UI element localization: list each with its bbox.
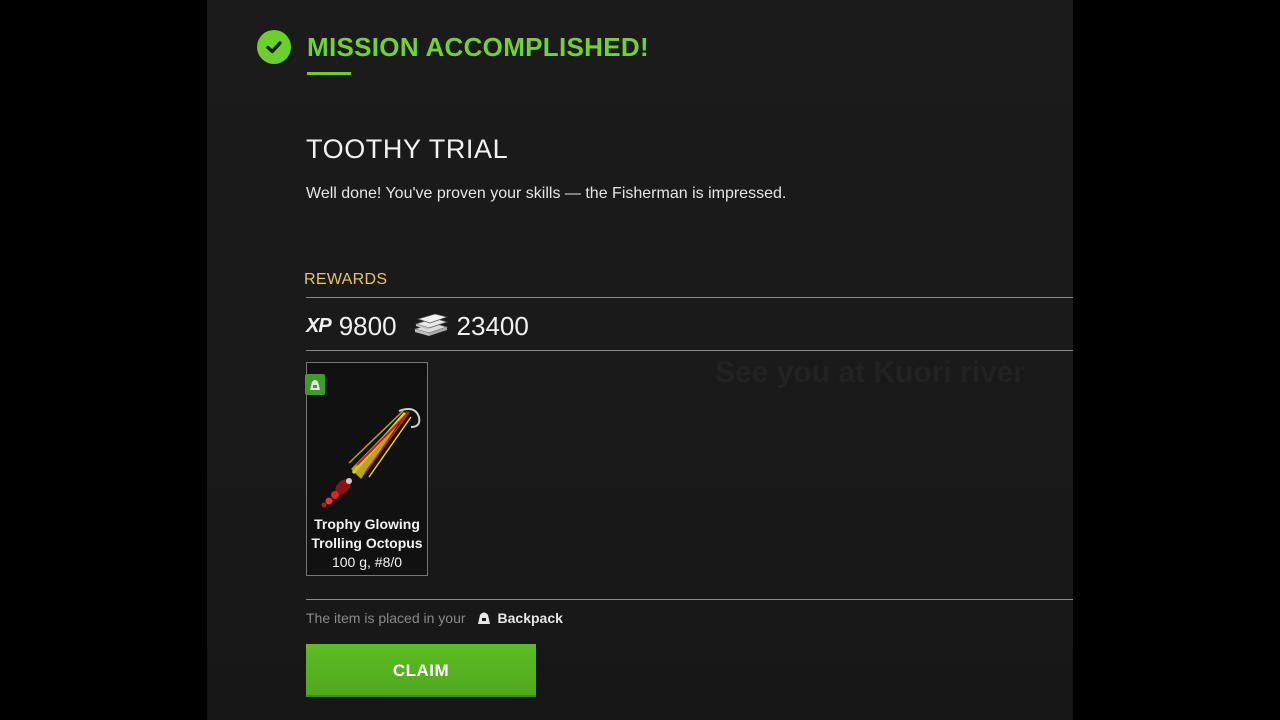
backpack-icon xyxy=(476,610,492,626)
reward-item-card[interactable]: Trophy Glowing Trolling Octopus 100 g, #… xyxy=(305,362,428,576)
rewards-divider-top xyxy=(306,297,1073,298)
items-divider xyxy=(306,599,1073,600)
rewards-divider-bottom xyxy=(306,350,1073,351)
octopus-lure-icon xyxy=(321,408,421,508)
reward-item-spec: 100 g, #8/0 xyxy=(331,554,403,570)
money-value: 23400 xyxy=(456,310,529,341)
placement-location: Backpack xyxy=(497,610,563,626)
xp-icon: XP xyxy=(306,314,332,337)
status-underline xyxy=(307,72,351,75)
mission-panel: See you at Kuori river MISSION ACCOMPLIS… xyxy=(207,0,1073,720)
placement-text: The item is placed in your xyxy=(306,610,466,626)
mission-status: MISSION ACCOMPLISHED! xyxy=(257,30,649,64)
mission-title: TOOTHY TRIAL xyxy=(306,134,509,164)
money-stack-icon xyxy=(413,313,449,339)
reward-values: XP 9800 23400 xyxy=(306,310,529,342)
reward-item-name: Trophy Glowing Trolling Octopus xyxy=(311,516,423,551)
claim-button[interactable]: CLAIM xyxy=(306,644,536,697)
mission-description: Well done! You've proven your skills — t… xyxy=(306,185,787,202)
background-caption: See you at Kuori river xyxy=(715,356,1026,389)
placement-note: The item is placed in your Backpack xyxy=(306,610,563,626)
backpack-icon xyxy=(305,374,325,395)
status-title: MISSION ACCOMPLISHED! xyxy=(307,31,649,62)
rewards-label: REWARDS xyxy=(304,271,388,288)
xp-value: 9800 xyxy=(338,310,397,341)
check-circle-icon xyxy=(257,30,291,64)
